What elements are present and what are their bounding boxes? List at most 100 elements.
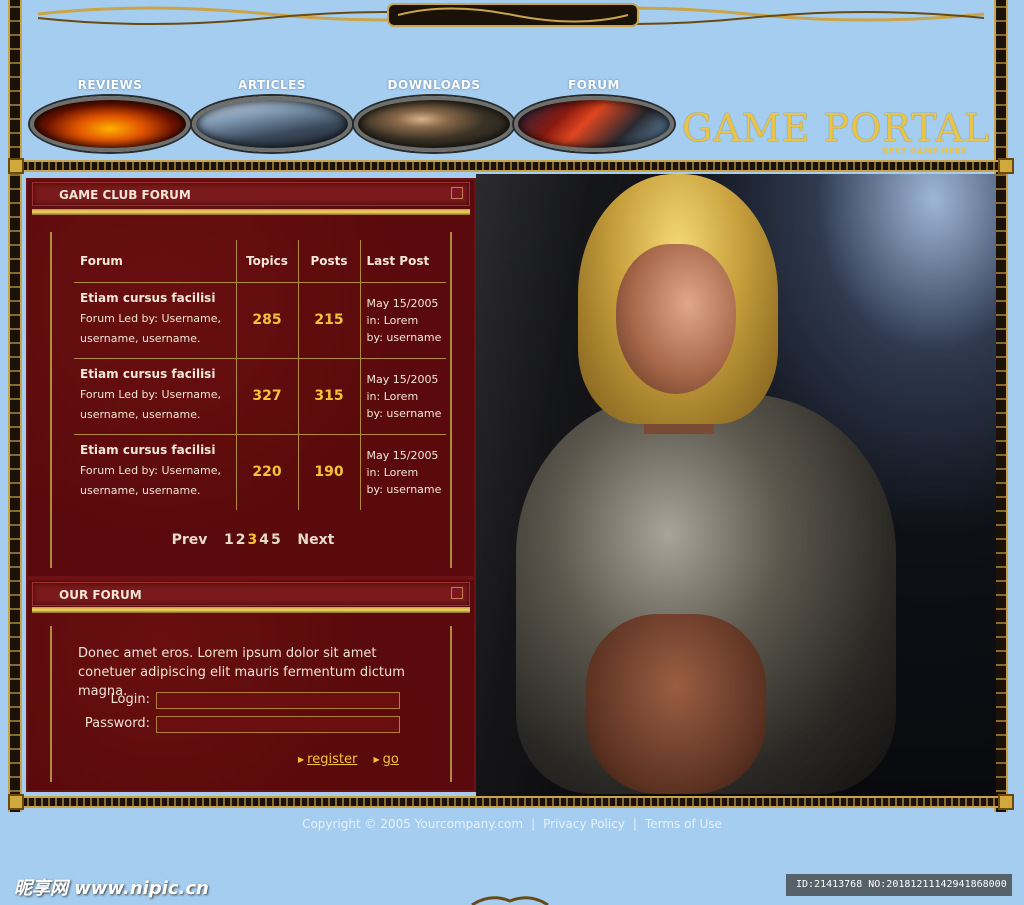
gold-divider-bottom	[8, 796, 1014, 808]
nav-forum[interactable]: FORUM	[514, 78, 674, 158]
nav-forum-label[interactable]: FORUM	[514, 78, 674, 92]
footer-copyright: Copyright © 2005 Yourcompany.com	[302, 817, 524, 831]
reviews-thumbnail[interactable]	[30, 96, 190, 152]
last-post-cell: May 15/2005 in: Lorem by: username	[359, 357, 446, 434]
pager-page-3-current[interactable]: 3	[248, 532, 258, 548]
topics-count: 327	[252, 388, 282, 404]
forum-cell[interactable]: Etiam cursus facilisi Forum Led by: User…	[74, 357, 236, 434]
last-post-date: May 15/2005	[366, 448, 439, 462]
watermark-id: ID:21413768 NO:20181211142941868000	[786, 874, 1012, 896]
forum-desc: Forum Led by: Username,	[80, 388, 222, 401]
login-label: Login:	[110, 692, 150, 707]
password-input[interactable]	[156, 716, 400, 733]
logo-title: GAME PORTAL	[682, 106, 991, 150]
corner-ornament	[998, 158, 1014, 174]
hero-face	[616, 244, 736, 394]
login-input[interactable]	[156, 692, 400, 709]
last-post-date: May 15/2005	[366, 372, 439, 386]
last-post-cell: May 15/2005 in: Lorem by: username	[359, 433, 446, 510]
forum-title[interactable]: Etiam cursus facilisi	[80, 291, 236, 305]
hero-torso	[586, 614, 766, 794]
posts-cell: 215	[297, 281, 360, 358]
forum-cell[interactable]: Etiam cursus facilisi Forum Led by: User…	[74, 433, 236, 510]
topics-cell: 327	[235, 357, 298, 434]
our-forum-links: ▶ register ▶ go	[298, 752, 411, 767]
topics-cell: 220	[235, 433, 298, 510]
header: REVIEWS ARTICLES DOWNLOADS FORUM GAME PO…	[22, 34, 994, 160]
left-frame-border	[8, 0, 22, 812]
nav-articles-label[interactable]: ARTICLES	[192, 78, 352, 92]
gold-rule	[32, 209, 470, 215]
footer-separator: |	[531, 817, 536, 831]
last-post-in: in: Lorem	[366, 389, 419, 403]
articles-thumbnail[interactable]	[192, 96, 352, 152]
panel-title: GAME CLUB FORUM	[59, 188, 191, 202]
table-header-row: Forum Topics Posts Last Post	[74, 240, 446, 282]
last-post-in: in: Lorem	[366, 313, 419, 327]
panel-deco-icon	[451, 187, 463, 199]
password-label: Password:	[84, 716, 150, 731]
panel-deco-icon	[451, 587, 463, 599]
gold-divider-top	[8, 160, 1014, 172]
pager-page-1[interactable]: 1	[224, 532, 234, 548]
forum-title[interactable]: Etiam cursus facilisi	[80, 367, 236, 381]
logo-tagline: BEST GAME HERE	[882, 147, 968, 156]
last-post-by: by: username	[366, 482, 442, 496]
gold-rule	[32, 607, 470, 613]
forum-table: Forum Topics Posts Last Post Etiam cursu…	[74, 240, 446, 510]
our-forum-panel: OUR FORUM Donec amet eros. Lorem ipsum d…	[26, 578, 476, 792]
password-row: Password:	[78, 716, 408, 734]
nav-downloads-label[interactable]: DOWNLOADS	[354, 78, 514, 92]
nav-articles[interactable]: ARTICLES	[192, 78, 352, 158]
go-link[interactable]: go	[383, 752, 399, 767]
topics-count: 285	[252, 312, 282, 328]
nav-downloads[interactable]: DOWNLOADS	[354, 78, 514, 158]
col-header-last-post: Last Post	[359, 240, 446, 282]
terms-of-use-link[interactable]: Terms of Use	[645, 817, 722, 831]
table-row[interactable]: Etiam cursus facilisi Forum Led by: User…	[74, 357, 446, 434]
top-ornament	[28, 0, 994, 34]
forum-desc: username, username.	[80, 332, 201, 345]
col-header-topics: Topics	[235, 240, 298, 282]
forum-cell[interactable]: Etiam cursus facilisi Forum Led by: User…	[74, 281, 236, 358]
posts-count: 315	[314, 388, 344, 404]
nav-reviews-label[interactable]: REVIEWS	[30, 78, 190, 92]
register-link[interactable]: register	[307, 752, 357, 767]
posts-count: 190	[314, 464, 344, 481]
privacy-policy-link[interactable]: Privacy Policy	[543, 817, 625, 831]
topics-cell: 285	[235, 281, 298, 358]
right-frame-border	[994, 0, 1008, 812]
pager-prev[interactable]: Prev	[172, 532, 208, 548]
forum-desc: Forum Led by: Username,	[80, 312, 222, 325]
panel-header: OUR FORUM	[32, 582, 470, 606]
table-row[interactable]: Etiam cursus facilisi Forum Led by: User…	[74, 281, 446, 358]
last-post-in: in: Lorem	[366, 465, 419, 479]
panel-title: OUR FORUM	[59, 588, 142, 602]
pagination: Prev 12345 Next	[28, 532, 478, 548]
arrow-right-icon: ▶	[373, 755, 380, 764]
footer-separator: |	[632, 817, 637, 831]
arrow-right-icon: ▶	[298, 755, 305, 764]
corner-ornament	[8, 794, 24, 810]
posts-cell: 190	[297, 433, 360, 510]
pager-page-5[interactable]: 5	[271, 532, 281, 548]
last-post-by: by: username	[366, 406, 442, 420]
forum-thumbnail[interactable]	[514, 96, 674, 152]
table-row[interactable]: Etiam cursus facilisi Forum Led by: User…	[74, 433, 446, 510]
posts-count: 215	[314, 312, 344, 328]
pager-next[interactable]: Next	[297, 532, 334, 548]
pager-page-4[interactable]: 4	[259, 532, 269, 548]
watermark-logo: 昵享网 www.nipic.cn	[14, 878, 209, 899]
pager-page-2[interactable]: 2	[236, 532, 246, 548]
last-post-date: May 15/2005	[366, 296, 439, 310]
login-row: Login:	[78, 692, 408, 710]
col-header-forum: Forum	[80, 253, 123, 268]
col-header-posts: Posts	[297, 240, 360, 282]
nav-reviews[interactable]: REVIEWS	[30, 78, 190, 158]
last-post-cell: May 15/2005 in: Lorem by: username	[359, 281, 446, 358]
game-club-forum-panel: GAME CLUB FORUM Forum Topics Posts Last …	[26, 178, 476, 578]
forum-title[interactable]: Etiam cursus facilisi	[80, 443, 236, 457]
posts-cell: 315	[297, 357, 360, 434]
topics-count: 220	[252, 464, 282, 481]
downloads-thumbnail[interactable]	[354, 96, 514, 152]
